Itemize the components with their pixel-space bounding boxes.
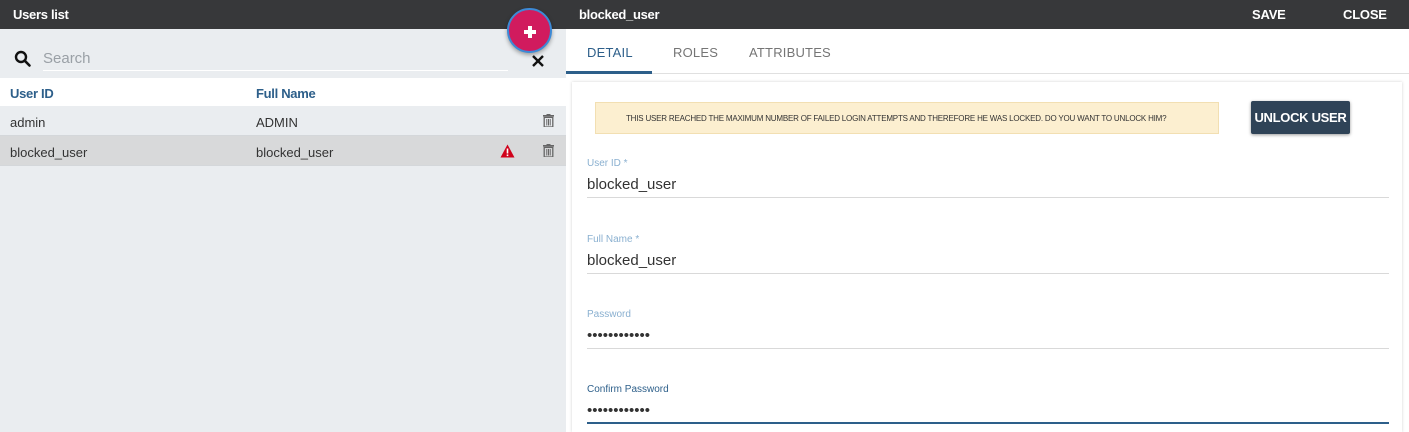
detail-form-card: THIS USER REACHED THE MAXIMUM NUMBER OF … — [572, 82, 1402, 432]
locked-user-alert-text: THIS USER REACHED THE MAXIMUM NUMBER OF … — [626, 114, 1167, 123]
trash-icon[interactable] — [543, 114, 554, 127]
confirm-password-field[interactable] — [587, 398, 1389, 424]
save-button[interactable]: SAVE — [1252, 7, 1286, 22]
confirm-password-label: Confirm Password — [587, 384, 669, 395]
user-detail-panel: blocked_user SAVE CLOSE DETAIL ROLES ATT… — [566, 0, 1409, 432]
add-user-button[interactable] — [507, 8, 552, 53]
row-full-name: ADMIN — [256, 115, 298, 130]
locked-user-alert: THIS USER REACHED THE MAXIMUM NUMBER OF … — [595, 102, 1219, 134]
column-header-user-id[interactable]: User ID — [10, 86, 54, 101]
row-user-id: admin — [10, 115, 46, 130]
column-header-full-name[interactable]: Full Name — [256, 86, 316, 101]
table-row[interactable]: admin ADMIN — [0, 106, 566, 136]
unlock-user-button[interactable]: UNLOCK USER — [1251, 101, 1350, 134]
users-table-header: User ID Full Name — [0, 78, 566, 106]
row-full-name: blocked_user — [256, 145, 334, 160]
users-list-header-bar: Users list — [0, 0, 566, 29]
tab-roles[interactable]: ROLES — [673, 45, 718, 60]
full-name-field[interactable] — [587, 248, 1389, 274]
user-id-field-group: User ID * — [587, 158, 1389, 200]
tab-detail[interactable]: DETAIL — [587, 45, 633, 60]
password-label: Password — [587, 309, 631, 320]
search-row — [0, 29, 566, 78]
tab-attributes[interactable]: ATTRIBUTES — [749, 45, 831, 60]
row-user-id: blocked_user — [10, 145, 88, 160]
full-name-field-group: Full Name * — [587, 234, 1389, 276]
password-field[interactable] — [587, 323, 1389, 349]
detail-tabs: DETAIL ROLES ATTRIBUTES — [566, 29, 1409, 74]
user-id-field[interactable] — [587, 172, 1389, 198]
search-input[interactable] — [43, 47, 508, 71]
password-field-group: Password — [587, 309, 1389, 351]
search-icon — [14, 50, 31, 67]
confirm-password-field-group: Confirm Password — [587, 384, 1389, 426]
close-button[interactable]: CLOSE — [1343, 7, 1387, 22]
active-tab-indicator — [566, 71, 652, 74]
users-list-panel: Users list User ID Full Name admin ADMIN — [0, 0, 566, 432]
close-icon[interactable] — [531, 54, 545, 68]
trash-icon[interactable] — [543, 144, 554, 157]
user-id-label: User ID * — [587, 158, 628, 169]
table-row[interactable]: blocked_user blocked_user — [0, 136, 566, 166]
warning-icon — [500, 144, 515, 158]
app-root: Users list User ID Full Name admin ADMIN — [0, 0, 1409, 432]
user-detail-title: blocked_user — [579, 7, 660, 22]
full-name-label: Full Name * — [587, 234, 640, 245]
plus-icon-stroke — [528, 26, 532, 38]
user-detail-header-bar: blocked_user SAVE CLOSE — [566, 0, 1409, 29]
users-list-title: Users list — [13, 7, 69, 22]
